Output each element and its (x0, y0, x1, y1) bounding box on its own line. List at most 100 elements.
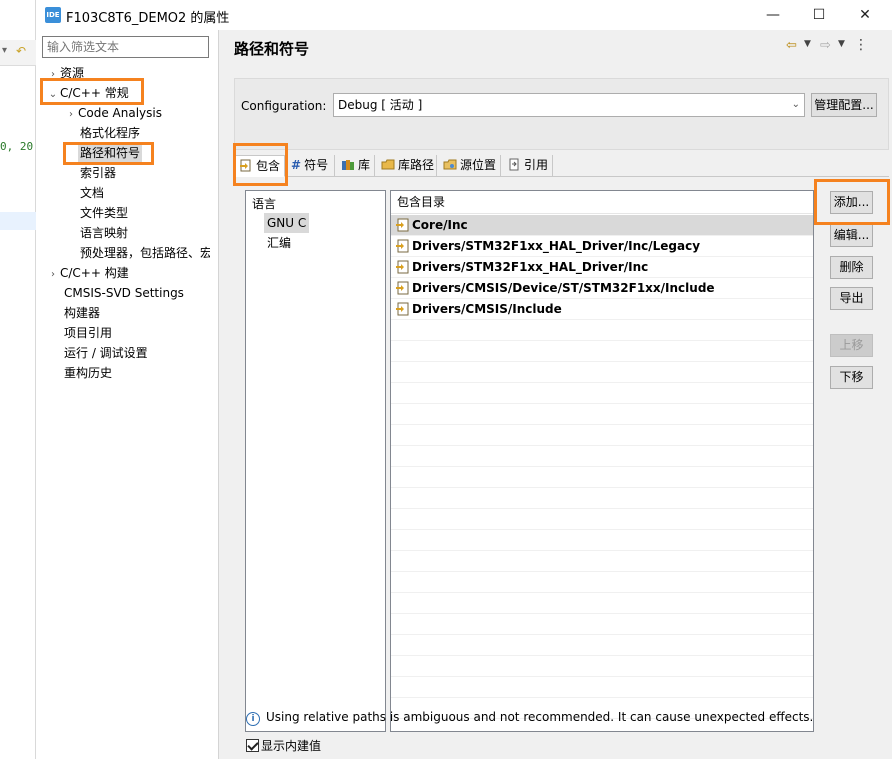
forward-icon[interactable]: ⇨ (820, 38, 831, 53)
tree-item-file-types[interactable]: 文件类型 (80, 203, 128, 223)
highlight-box (40, 78, 144, 105)
empty-row (391, 572, 813, 593)
tree-item-preprocessor[interactable]: 预处理器，包括路径、宏 (80, 243, 210, 263)
empty-row (391, 362, 813, 383)
tree-item-run-debug-settings[interactable]: 运行 / 调试设置 (64, 343, 148, 363)
highlight-box (63, 142, 154, 165)
configuration-group: Configuration: Debug [ 活动 ] ⌄ 管理配置... (234, 78, 889, 150)
include-folder-icon (396, 218, 409, 232)
tab-bar: 包含 # 符号 库 库路径 源位置 引用 (234, 155, 889, 177)
library-icon (342, 160, 354, 170)
language-item-assembly[interactable]: 汇编 (264, 233, 294, 253)
table-row[interactable]: Core/Inc (391, 215, 813, 236)
include-folder-icon (396, 281, 409, 295)
chevron-down-icon: ⌄ (791, 99, 800, 110)
tree-item-documentation[interactable]: 文档 (80, 183, 104, 203)
editor-toolbar: ▾ ↶ (0, 40, 36, 66)
reference-icon (509, 158, 519, 171)
checkbox-label: 显示内建值 (261, 739, 322, 753)
empty-row (391, 509, 813, 530)
library-path-icon (381, 159, 395, 170)
empty-row (391, 425, 813, 446)
tree-item-cmsis-svd[interactable]: CMSIS-SVD Settings (64, 283, 184, 303)
close-button[interactable]: ✕ (842, 0, 888, 30)
window-title: F103C8T6_DEMO2 的属性 (66, 11, 230, 26)
include-folder-icon (396, 302, 409, 316)
include-folder-icon (396, 260, 409, 274)
tab-references[interactable]: 引用 (503, 155, 553, 177)
editor-background: ▾ ↶ 0, 20 (0, 0, 36, 759)
forward-dropdown-icon[interactable]: ▼ (838, 39, 845, 49)
empty-row (391, 467, 813, 488)
expand-arrow-icon[interactable]: › (46, 265, 60, 285)
category-tree-panel: ›资源 ⌄C/C++ 常规 ›Code Analysis 格式化程序 路径和符号… (36, 30, 219, 759)
table-row[interactable]: Drivers/CMSIS/Include (391, 299, 813, 320)
tree-item-indexer[interactable]: 索引器 (80, 163, 116, 183)
manage-configurations-button[interactable]: 管理配置... (811, 93, 877, 117)
language-header: 语言 (252, 197, 277, 211)
page-title: 路径和符号 (234, 40, 310, 58)
show-builtin-values-checkbox[interactable]: 显示内建值 (246, 737, 321, 754)
empty-row (391, 614, 813, 635)
tree-item-formatter[interactable]: 格式化程序 (80, 123, 140, 143)
move-up-button[interactable]: 上移 (830, 334, 873, 357)
source-folder-icon (443, 159, 457, 170)
tree-item-builders[interactable]: 构建器 (64, 303, 100, 323)
tree-item-language-mappings[interactable]: 语言映射 (80, 223, 128, 243)
tree-item-cpp-build[interactable]: › C/C++ 构建 (46, 263, 129, 283)
tree-item-code-analysis[interactable]: › Code Analysis (64, 103, 162, 123)
properties-dialog: IDE F103C8T6_DEMO2 的属性 — ☐ ✕ ›资源 ⌄C/C++ … (36, 0, 892, 759)
tab-libraries[interactable]: 库 (337, 155, 375, 177)
configuration-select[interactable]: Debug [ 活动 ] ⌄ (333, 93, 805, 117)
highlight-box (233, 143, 288, 186)
language-item-gnu-c[interactable]: GNU C (264, 213, 310, 233)
include-directories-header: 包含目录 (391, 191, 813, 214)
back-icon[interactable]: ⇦ (786, 38, 797, 53)
empty-row (391, 341, 813, 362)
minimize-button[interactable]: — (750, 0, 796, 30)
tree-item-refactoring-history[interactable]: 重构历史 (64, 363, 112, 383)
edit-button[interactable]: 编辑... (830, 224, 873, 247)
checkbox-checked-icon[interactable] (246, 739, 259, 752)
info-icon: i (246, 712, 260, 726)
highlight-box (814, 179, 890, 225)
empty-row (391, 404, 813, 425)
editor-code-fragment: 0, 20 (0, 140, 34, 153)
expand-arrow-icon[interactable]: › (64, 105, 78, 125)
menu-icon[interactable]: ⋮ (854, 37, 868, 53)
empty-row (391, 488, 813, 509)
empty-row (391, 320, 813, 341)
empty-row (391, 383, 813, 404)
export-button[interactable]: 导出 (830, 287, 873, 310)
tree-item-label: C/C++ 构建 (60, 266, 129, 280)
empty-row (391, 551, 813, 572)
editor-current-line (0, 212, 36, 230)
page-content: 路径和符号 ⇦ ▼ ⇨ ▼ ⋮ Configuration: Debug [ 活… (220, 30, 892, 759)
back-arrow-icon[interactable]: ↶ (16, 44, 26, 58)
language-list: 语言 GNU C 汇编 (245, 190, 386, 732)
tab-symbols[interactable]: # 符号 (287, 155, 335, 177)
table-row[interactable]: Drivers/STM32F1xx_HAL_Driver/Inc (391, 257, 813, 278)
delete-button[interactable]: 删除 (830, 256, 873, 279)
tab-source-location[interactable]: 源位置 (439, 155, 501, 177)
include-directories-table: 包含目录 Core/Inc Drivers/STM32F1xx_HAL_Driv… (390, 190, 814, 732)
empty-row (391, 593, 813, 614)
tree-item-project-references[interactable]: 项目引用 (64, 323, 112, 343)
table-row[interactable]: Drivers/STM32F1xx_HAL_Driver/Inc/Legacy (391, 236, 813, 257)
configuration-label: Configuration: (241, 99, 327, 113)
warning-text: Using relative paths is ambiguous and no… (266, 710, 814, 724)
move-down-button[interactable]: 下移 (830, 366, 873, 389)
empty-row (391, 446, 813, 467)
maximize-button[interactable]: ☐ (796, 0, 842, 30)
back-dropdown-icon[interactable]: ▼ (804, 39, 811, 49)
tree-item-label: Code Analysis (78, 106, 162, 120)
toolbar-chevron-icon[interactable]: ▾ (2, 45, 7, 56)
title-bar[interactable]: IDE F103C8T6_DEMO2 的属性 — ☐ ✕ (36, 0, 892, 30)
configuration-value: Debug [ 活动 ] (338, 98, 423, 112)
ide-app-icon: IDE (45, 7, 61, 23)
table-row[interactable]: Drivers/CMSIS/Device/ST/STM32F1xx/Includ… (391, 278, 813, 299)
relative-path-warning: i Using relative paths is ambiguous and n… (246, 710, 813, 726)
empty-row (391, 656, 813, 677)
filter-input[interactable] (42, 36, 209, 58)
tab-library-paths[interactable]: 库路径 (377, 155, 437, 177)
